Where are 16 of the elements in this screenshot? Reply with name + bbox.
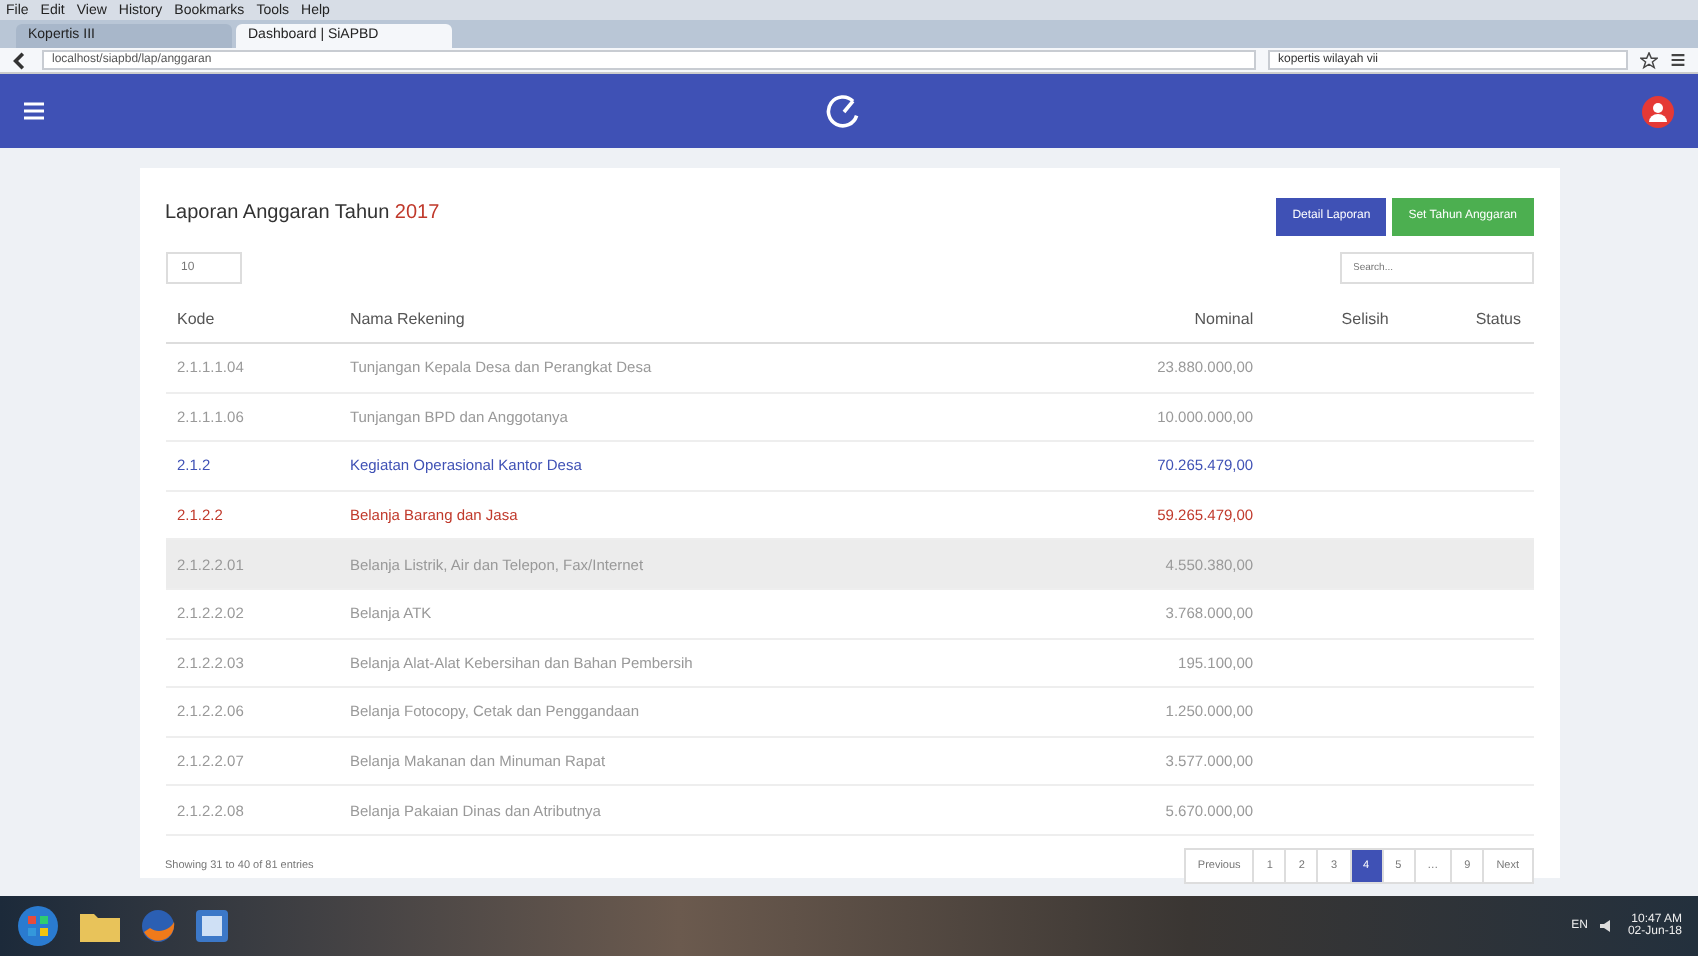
user-icon[interactable]	[1642, 95, 1674, 127]
report-title: Laporan Anggaran Tahun 2017	[165, 202, 440, 225]
browser-icon[interactable]	[140, 908, 176, 944]
folder-icon[interactable]	[80, 910, 120, 942]
menu-icon[interactable]	[1670, 52, 1686, 68]
star-icon[interactable]	[1640, 51, 1658, 69]
back-icon[interactable]	[12, 51, 30, 69]
app-icon[interactable]	[196, 910, 228, 942]
speaker-icon[interactable]	[1599, 918, 1616, 934]
logo-icon	[825, 93, 861, 129]
column-header[interactable]: Kode	[165, 295, 338, 343]
column-header[interactable]: Nominal	[1036, 295, 1266, 343]
start-icon[interactable]	[16, 904, 60, 948]
column-header[interactable]: Status	[1400, 295, 1533, 343]
column-header[interactable]: Selisih	[1265, 295, 1401, 343]
column-header[interactable]: Nama Rekening	[337, 295, 1037, 343]
